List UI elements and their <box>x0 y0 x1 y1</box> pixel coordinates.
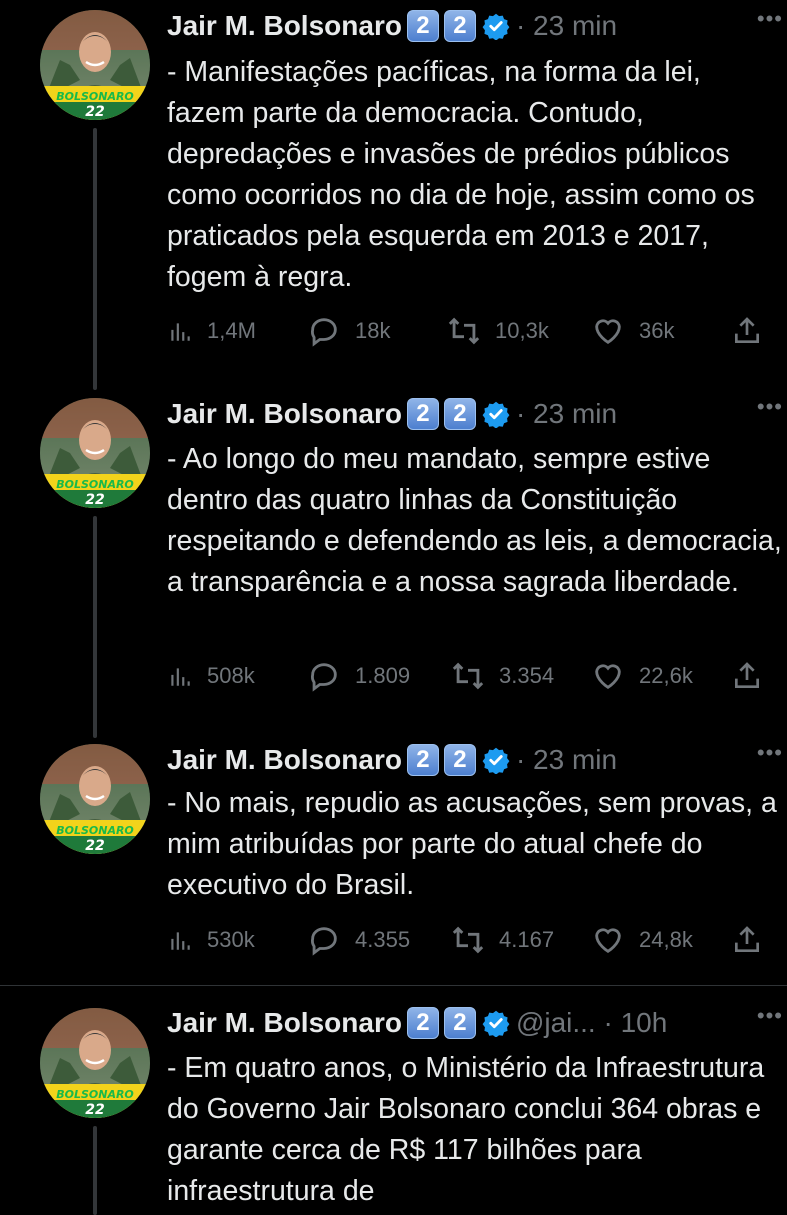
verified-icon <box>482 401 510 428</box>
heart-icon <box>595 928 621 954</box>
reply-icon <box>310 663 337 692</box>
views-count: 508k <box>207 663 255 688</box>
tweet-text: - Manifestações pacíficas, na forma da l… <box>167 56 755 293</box>
views-icon <box>171 323 190 341</box>
heart-icon <box>595 319 621 345</box>
tweet-actions: 530k 4.355 4.167 24,8k <box>167 920 767 960</box>
svg-text:22: 22 <box>85 104 104 120</box>
views-button[interactable]: 1,4M <box>167 311 256 351</box>
keycap-2-badge: 2 <box>443 744 476 776</box>
thread-line <box>93 516 97 738</box>
retweet-count: 3.354 <box>499 663 555 688</box>
timestamp[interactable]: · 23 min <box>516 10 617 42</box>
svg-text:BOLSONARO: BOLSONARO <box>56 824 134 837</box>
like-count: 22,6k <box>639 663 693 688</box>
svg-text:22: 22 <box>85 1102 104 1118</box>
reply-button[interactable]: 18k <box>307 311 390 351</box>
author-name[interactable]: Jair M. Bolsonaro <box>167 10 402 42</box>
author-name[interactable]: Jair M. Bolsonaro <box>167 744 402 776</box>
more-options-icon[interactable]: ••• <box>757 740 783 766</box>
handle-timestamp[interactable]: @jai... · 10h <box>516 1007 667 1039</box>
avatar[interactable]: BOLSONARO 22 <box>40 1008 150 1118</box>
tweet-header: Jair M. Bolsonaro 2 2 · 23 min <box>167 6 787 46</box>
tweet-header: Jair M. Bolsonaro 2 2 · 23 min <box>167 394 787 434</box>
svg-text:BOLSONARO: BOLSONARO <box>56 478 134 491</box>
share-icon <box>735 317 759 343</box>
retweet-icon <box>448 317 480 345</box>
heart-icon <box>595 664 621 690</box>
like-button[interactable]: 22,6k <box>591 656 693 696</box>
share-button[interactable] <box>731 311 777 351</box>
svg-text:BOLSONARO: BOLSONARO <box>56 1088 134 1101</box>
verified-icon <box>482 747 510 774</box>
share-icon <box>735 926 759 952</box>
retweet-button[interactable]: 10,3k <box>447 311 549 351</box>
like-button[interactable]: 24,8k <box>591 920 693 960</box>
retweet-button[interactable]: 4.167 <box>451 920 554 960</box>
views-button[interactable]: 530k <box>167 920 255 960</box>
svg-text:BOLSONARO: BOLSONARO <box>56 90 134 103</box>
tweet-actions: 1,4M 18k 10,3k 36k <box>167 311 767 351</box>
reply-icon <box>310 318 337 347</box>
tweet-divider <box>0 985 787 986</box>
views-button[interactable]: 508k <box>167 656 255 696</box>
timestamp[interactable]: · 23 min <box>516 744 617 776</box>
keycap-2-badge: 2 <box>443 1007 476 1039</box>
views-count: 530k <box>207 927 255 952</box>
author-name[interactable]: Jair M. Bolsonaro <box>167 1007 402 1039</box>
keycap-2-badge: 2 <box>406 398 439 430</box>
verified-icon <box>482 1010 510 1037</box>
avatar[interactable]: BOLSONARO 22 <box>40 10 150 120</box>
retweet-icon <box>452 662 484 690</box>
tweet-text: - Ao longo do meu mandato, sempre estive… <box>167 443 782 598</box>
svg-text:22: 22 <box>85 838 104 854</box>
share-icon <box>735 662 759 688</box>
keycap-2-badge: 2 <box>406 10 439 42</box>
avatar[interactable]: BOLSONARO 22 <box>40 744 150 854</box>
more-options-icon[interactable]: ••• <box>757 1003 783 1029</box>
thread-line <box>93 1126 97 1215</box>
more-options-icon[interactable]: ••• <box>757 6 783 32</box>
tweet-header: Jair M. Bolsonaro 2 2 · 23 min <box>167 740 787 780</box>
keycap-2-badge: 2 <box>443 10 476 42</box>
verified-icon <box>482 13 510 40</box>
author-name[interactable]: Jair M. Bolsonaro <box>167 398 402 430</box>
retweet-count: 4.167 <box>499 927 555 952</box>
tweet-text: - No mais, repudio as acusações, sem pro… <box>167 787 777 901</box>
reply-count: 4.355 <box>355 927 411 952</box>
like-count: 36k <box>639 318 675 343</box>
reply-icon <box>310 927 337 956</box>
like-count: 24,8k <box>639 927 693 952</box>
tweet-text: - Em quatro anos, o Ministério da Infrae… <box>167 1052 765 1207</box>
svg-text:22: 22 <box>85 492 104 508</box>
reply-button[interactable]: 4.355 <box>307 920 410 960</box>
keycap-2-badge: 2 <box>406 744 439 776</box>
thread-line <box>93 128 97 390</box>
share-button[interactable] <box>731 920 777 960</box>
retweet-count: 10,3k <box>495 318 549 343</box>
reply-count: 1.809 <box>355 663 411 688</box>
reply-count: 18k <box>355 318 391 343</box>
timestamp[interactable]: · 23 min <box>516 398 617 430</box>
tweet-header: Jair M. Bolsonaro 2 2 @jai... · 10h <box>167 1003 787 1043</box>
avatar[interactable]: BOLSONARO 22 <box>40 398 150 508</box>
reply-button[interactable]: 1.809 <box>307 656 410 696</box>
more-options-icon[interactable]: ••• <box>757 394 783 420</box>
retweet-icon <box>452 926 484 954</box>
views-count: 1,4M <box>207 318 256 343</box>
views-icon <box>171 932 190 950</box>
tweet-actions: 508k 1.809 3.354 22,6k <box>167 656 767 696</box>
like-button[interactable]: 36k <box>591 311 674 351</box>
share-button[interactable] <box>731 656 777 696</box>
keycap-2-badge: 2 <box>406 1007 439 1039</box>
retweet-button[interactable]: 3.354 <box>451 656 554 696</box>
keycap-2-badge: 2 <box>443 398 476 430</box>
views-icon <box>171 668 190 686</box>
